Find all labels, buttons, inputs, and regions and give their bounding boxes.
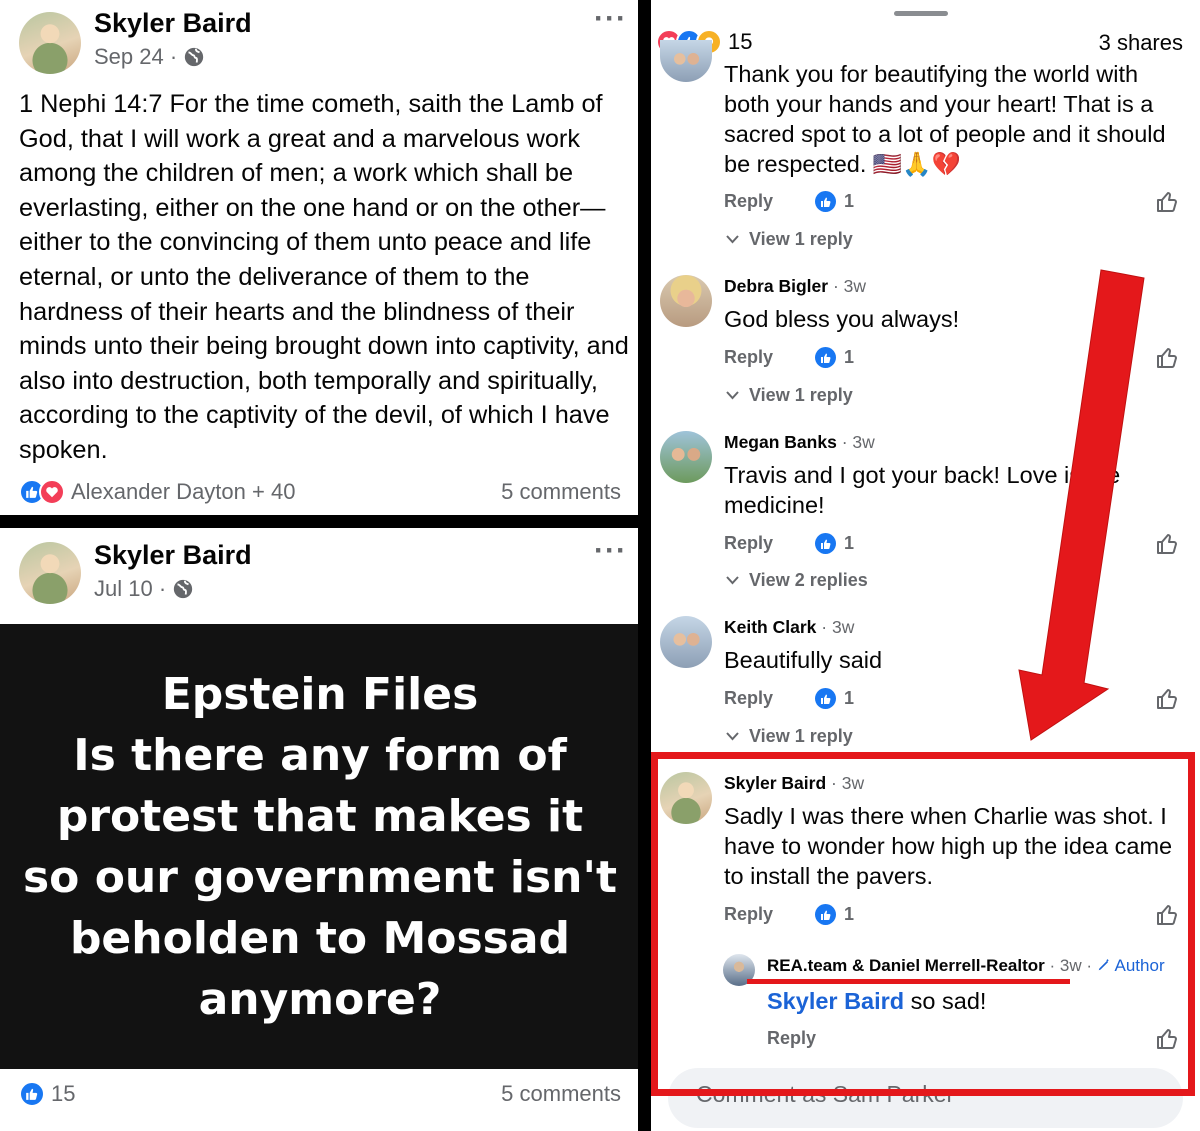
globe-icon [185,47,204,67]
like-reaction-icon [815,191,836,212]
globe-icon [173,579,193,599]
post-date-text: Sep 24 · [94,44,178,69]
love-reaction-icon [39,479,65,505]
more-options-icon[interactable]: ··· [594,2,627,36]
avatar[interactable] [660,275,712,327]
post-body: 1 Nephi 14:7 For the time cometh, saith … [19,90,629,464]
highlight-underline [747,979,1070,984]
reaction-count: 15 [728,29,753,54]
chevron-down-icon [726,576,739,585]
view-replies-button[interactable]: View 2 replies [726,570,868,591]
commenter-name[interactable]: Debra Bigler · 3w [724,276,866,297]
comment-count[interactable]: 5 comments [501,479,621,505]
view-replies-button[interactable]: View 1 reply [726,229,853,250]
post-date[interactable]: Sep 24 · [94,44,205,70]
commenter-name-text: Keith Clark [724,617,817,637]
like-button-icon[interactable] [1155,346,1179,370]
post-2: Skyler Baird Jul 10 · ··· Epstein Files … [0,528,638,1131]
view-replies-button[interactable]: View 1 reply [726,385,853,406]
chevron-down-icon [726,732,739,741]
like-count-text: 1 [844,347,855,367]
share-count[interactable]: 3 shares [1099,30,1183,56]
like-reaction-icon [815,347,836,368]
comment-text: God bless you always! [724,306,960,332]
comment-count[interactable]: 5 comments [501,1081,621,1107]
reply-button[interactable]: Reply [724,191,773,212]
view-replies-button[interactable]: View 1 reply [726,726,853,747]
reaction-summary[interactable]: 15 [19,1081,75,1107]
like-count-text: 1 [844,191,855,211]
commenter-name[interactable]: Keith Clark · 3w [724,617,854,638]
reaction-summary[interactable]: Alexander Dayton + 40 [19,479,295,505]
like-reaction-icon [19,1081,45,1107]
comment-time: · 3w [841,432,875,452]
avatar[interactable] [660,616,712,668]
comment-time: · 3w [821,617,855,637]
comment-like-count: 1 [815,688,854,709]
comment-like-count: 1 [815,533,854,554]
like-reaction-icon [815,533,836,554]
like-button-icon[interactable] [1155,190,1179,214]
view-replies-label: View 1 reply [749,726,853,746]
commenter-name-text: Debra Bigler [724,276,829,296]
like-reaction-icon [815,688,836,709]
post-author-name[interactable]: Skyler Baird [94,8,252,39]
like-count-text: 1 [844,688,855,708]
reaction-count: 15 [51,1081,76,1106]
poster-text: Epstein Files Is there any form of prote… [22,669,618,1025]
avatar[interactable] [660,40,712,82]
text-post-background: Epstein Files Is there any form of prote… [0,624,638,1069]
comment-text: Travis and I got your back! Love is the … [724,462,1121,518]
avatar[interactable] [19,12,81,74]
comment-text: Thank you for beautifying the world with… [724,61,1166,177]
like-count-text: 1 [844,533,855,553]
post-author-name[interactable]: Skyler Baird [94,540,252,571]
drag-handle[interactable] [894,11,948,16]
post-1: Skyler Baird Sep 24 · ··· 1 Nephi 14:7 F… [0,0,638,515]
comments-sheet: 15 3 shares Thank you for beautifying th… [651,0,1200,1131]
comment-text: Beautifully said [724,647,883,673]
view-replies-label: View 1 reply [749,385,853,405]
commenter-name[interactable]: Megan Banks · 3w [724,432,875,453]
post-date[interactable]: Jul 10 · [94,576,194,602]
chevron-down-icon [726,235,739,244]
reply-button[interactable]: Reply [724,533,773,554]
view-replies-label: View 2 replies [749,570,868,590]
highlight-box [651,752,1195,1096]
avatar[interactable] [19,542,81,604]
comment-like-count: 1 [815,191,854,212]
post-date-text: Jul 10 · [94,576,167,601]
comment-time: · 3w [832,276,866,296]
reply-button[interactable]: Reply [724,347,773,368]
like-button-icon[interactable] [1155,687,1179,711]
like-button-icon[interactable] [1155,532,1179,556]
avatar[interactable] [660,431,712,483]
reactors-text: Alexander Dayton + 40 [71,479,296,504]
more-options-icon[interactable]: ··· [594,534,627,568]
chevron-down-icon [726,391,739,400]
reply-button[interactable]: Reply [724,688,773,709]
comment-like-count: 1 [815,347,854,368]
commenter-name-text: Megan Banks [724,432,837,452]
view-replies-label: View 1 reply [749,229,853,249]
